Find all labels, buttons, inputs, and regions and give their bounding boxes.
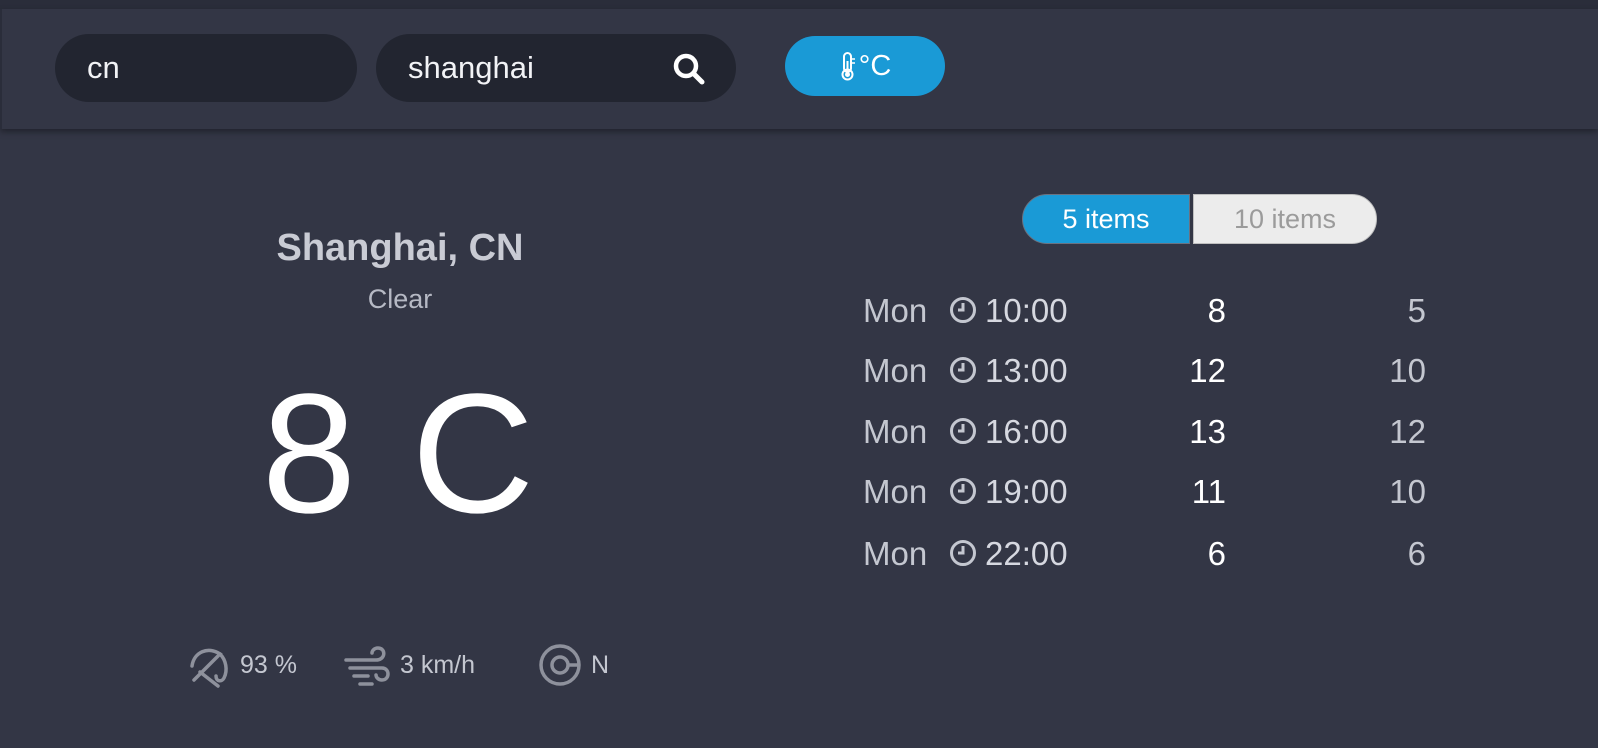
unit-toggle-button[interactable]: °C (785, 36, 945, 96)
compass-icon (539, 644, 581, 686)
window-top-strip (0, 0, 1598, 9)
humidity-value: 93 % (240, 650, 297, 679)
location-title: Shanghai, CN (276, 227, 524, 269)
umbrella-icon (190, 648, 228, 688)
forecast-high: 13 (1189, 413, 1226, 450)
forecast-time: 22:00 (985, 535, 1068, 572)
forecast-row: Mon 19:00 11 10 (860, 461, 1480, 521)
forecast-row: Mon 10:00 8 5 (860, 280, 1480, 340)
forecast-row: Mon 16:00 13 12 (860, 401, 1480, 461)
forecast-high: 12 (1189, 352, 1226, 389)
forecast-time: 13:00 (985, 352, 1068, 389)
weather-stats: 93 % 3 km/h N (0, 642, 800, 690)
forecast-low: 12 (1389, 413, 1426, 450)
forecast-day: Mon (863, 473, 928, 510)
forecast-day: Mon (863, 352, 928, 389)
search-icon[interactable] (672, 52, 706, 86)
forecast-low: 10 (1389, 473, 1426, 510)
forecast-row: Mon 13:00 12 10 (860, 340, 1480, 400)
weather-condition: Clear (367, 284, 433, 314)
city-field[interactable] (376, 34, 736, 102)
thermometer-icon (841, 52, 855, 81)
five-items-button[interactable]: 5 items (1022, 194, 1190, 244)
forecast-day: Mon (863, 535, 928, 572)
forecast-high: 11 (1191, 473, 1226, 510)
wind-direction-stat: N (537, 642, 609, 688)
forecast-day: Mon (863, 292, 928, 329)
humidity-stat: 93 % (186, 642, 297, 688)
city-input[interactable] (408, 48, 658, 88)
forecast-time: 10:00 (985, 292, 1068, 329)
clock-icon (950, 297, 976, 323)
country-input[interactable] (87, 48, 307, 88)
clock-icon (950, 540, 976, 566)
wind-speed-value: 3 km/h (400, 650, 476, 679)
forecast-high: 6 (1207, 535, 1226, 572)
forecast-high: 8 (1207, 292, 1226, 329)
current-temperature: 8 C (261, 359, 539, 549)
clock-icon (950, 478, 976, 504)
wind-direction-value: N (591, 650, 610, 679)
clock-icon (950, 357, 976, 383)
country-field[interactable] (55, 34, 357, 102)
forecast-low: 10 (1389, 352, 1426, 389)
forecast-row: Mon 22:00 6 6 (860, 523, 1480, 583)
wind-icon (344, 646, 390, 686)
forecast-time: 16:00 (985, 413, 1068, 450)
current-weather-panel: Shanghai, CN Clear 8 C 93 % 3 km/h N (0, 129, 800, 748)
search-header: °C (0, 9, 1598, 129)
forecast-low: 6 (1407, 535, 1426, 572)
forecast-low: 5 (1407, 292, 1426, 329)
clock-icon (950, 418, 976, 444)
unit-label: °C (858, 49, 892, 82)
ten-items-button[interactable]: 10 items (1193, 194, 1377, 244)
wind-speed-stat: 3 km/h (342, 642, 475, 688)
forecast-time: 19:00 (985, 473, 1068, 510)
items-count-toggle: 5 items 10 items (1022, 194, 1377, 244)
forecast-day: Mon (863, 413, 928, 450)
